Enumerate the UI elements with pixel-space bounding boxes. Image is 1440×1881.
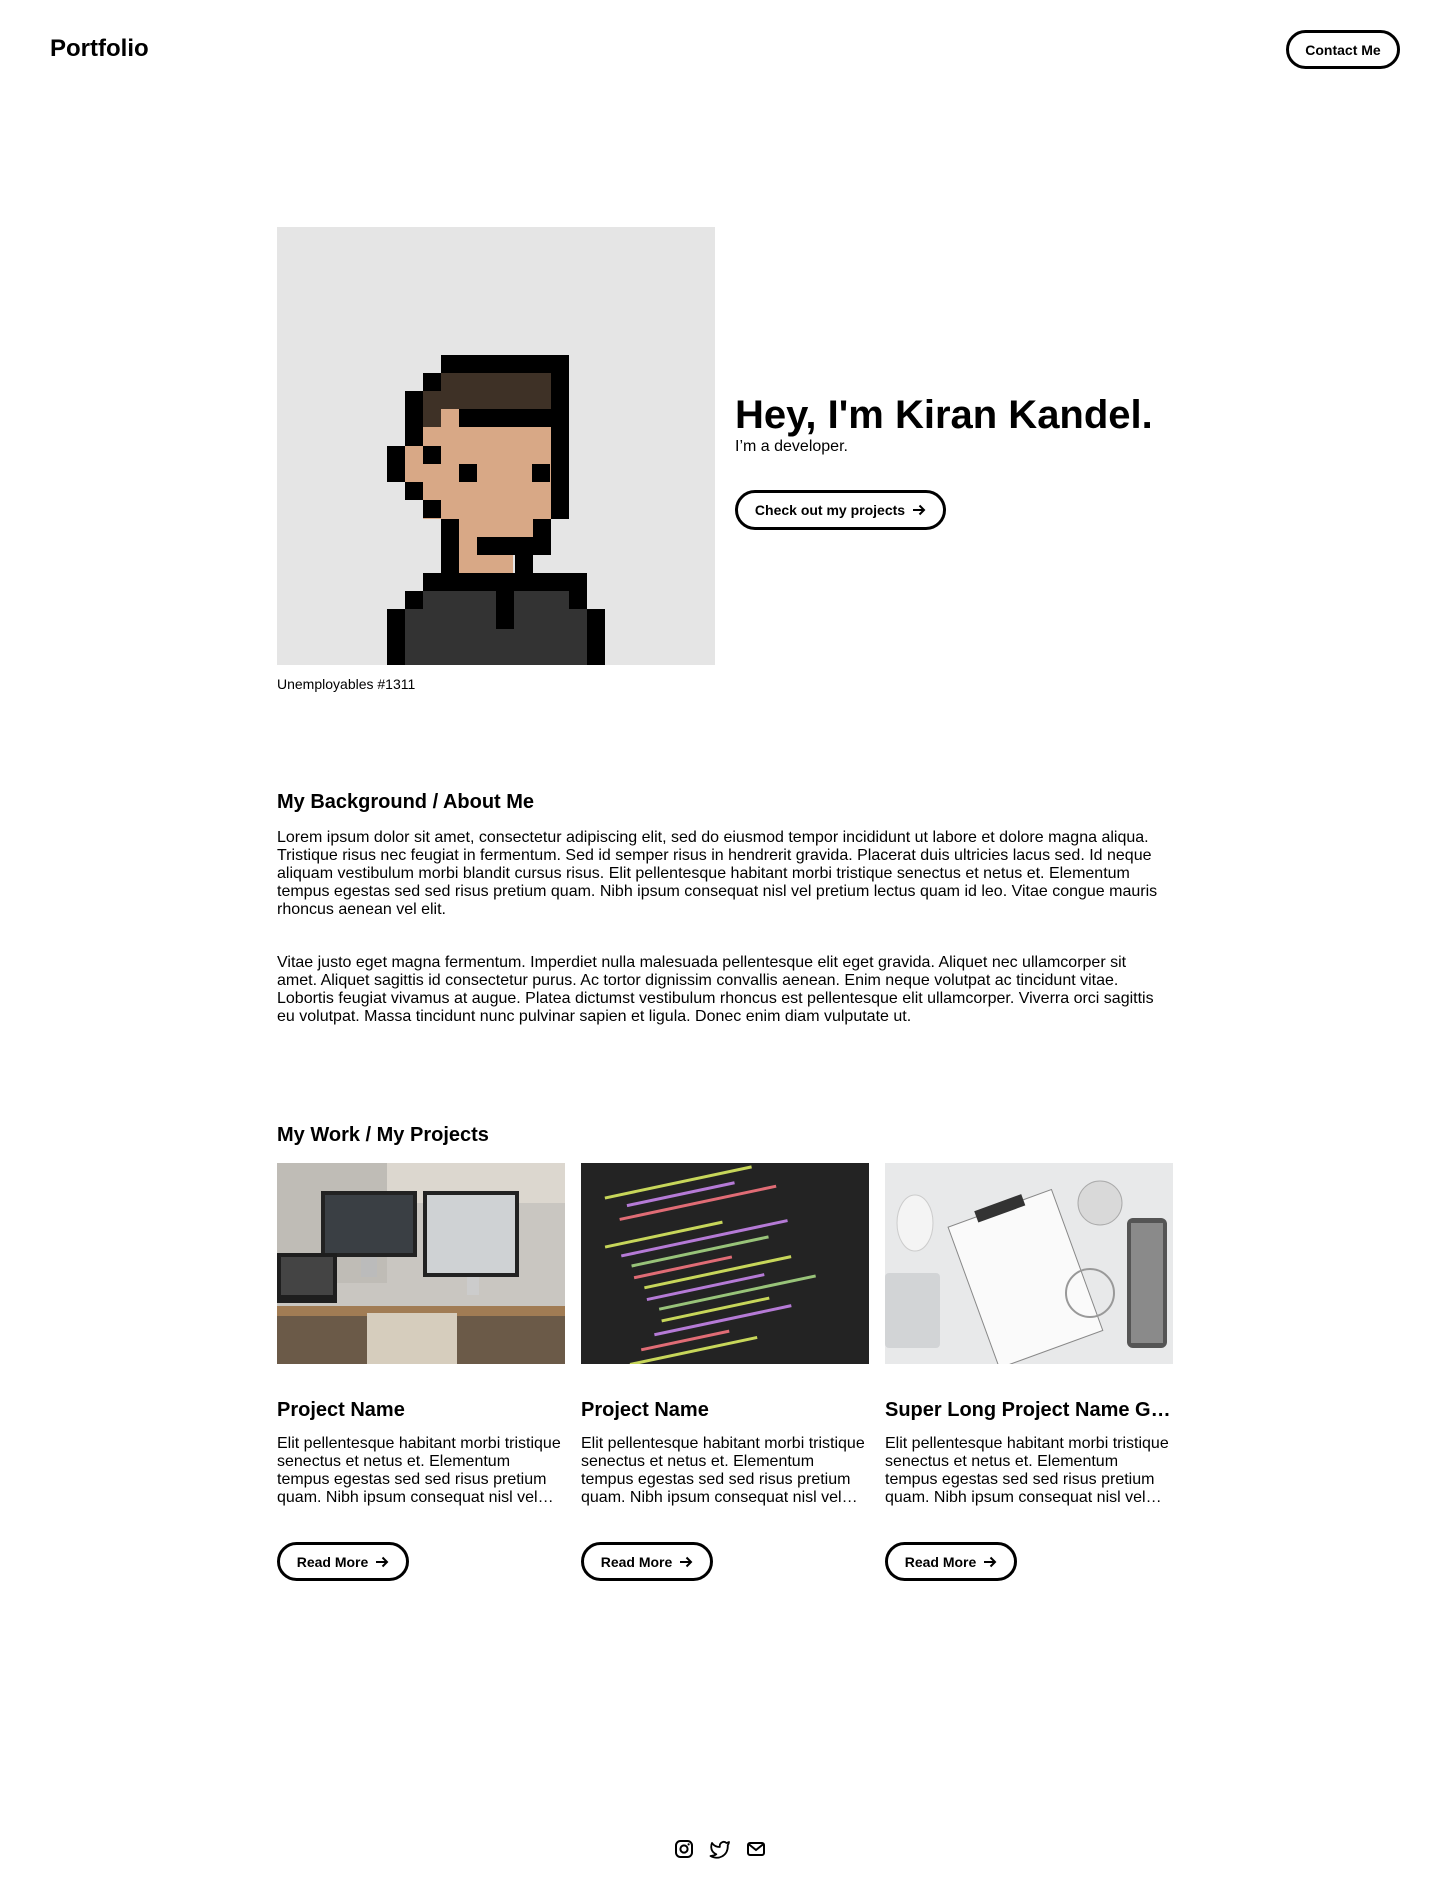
contact-me-button[interactable]: Contact Me [1286,30,1400,69]
read-more-button[interactable]: Read More [581,1542,713,1581]
twitter-icon[interactable] [709,1838,731,1860]
hero-title: Hey, I'm Kiran Kandel. [735,393,1153,437]
email-icon[interactable] [745,1838,767,1860]
read-more-label: Read More [904,1553,977,1570]
project-image[interactable] [885,1163,1173,1364]
check-projects-button[interactable]: Check out my projects [735,490,946,530]
read-more-label: Read More [600,1553,673,1570]
about-heading: My Background / About Me [277,791,535,813]
avatar-caption: Unemployables #1311 [277,676,416,692]
work-heading: My Work / My Projects [277,1124,489,1146]
arrow-right-icon [376,1556,389,1567]
site-brand[interactable]: Portfolio [50,34,149,64]
read-more-button[interactable]: Read More [885,1542,1017,1581]
project-title: Project Name [277,1399,405,1421]
project-description: Elit pellentesque habitant morbi tristiq… [277,1435,561,1506]
check-projects-label: Check out my projects [754,502,906,518]
project-title: Project Name [581,1399,709,1421]
read-more-button[interactable]: Read More [277,1542,409,1581]
project-image[interactable] [581,1163,869,1364]
project-description: Elit pellentesque habitant morbi tristiq… [581,1435,865,1506]
about-paragraph: Lorem ipsum dolor sit amet, consectetur … [277,829,1158,918]
hero-subtitle: I’m a developer. [735,438,848,455]
arrow-right-icon [680,1556,693,1567]
arrow-right-icon [913,504,926,516]
social-links [0,1838,1440,1860]
avatar-image [277,227,715,665]
project-image[interactable] [277,1163,565,1364]
arrow-right-icon [984,1556,997,1567]
project-card: Project Name Elit pellentesque habitant … [277,1163,565,1581]
instagram-icon[interactable] [673,1838,695,1860]
site-header: Portfolio Contact Me [0,0,1440,100]
project-card: Project Name Elit pellentesque habitant … [581,1163,869,1581]
project-title: Super Long Project Name Goes Here [885,1399,1173,1421]
about-paragraph: Vitae justo eget magna fermentum. Imperd… [277,954,1154,1025]
project-card: Super Long Project Name Goes Here Elit p… [885,1163,1173,1581]
project-description: Elit pellentesque habitant morbi tristiq… [885,1435,1169,1506]
pixel-avatar-icon [387,355,605,665]
read-more-label: Read More [296,1553,369,1570]
